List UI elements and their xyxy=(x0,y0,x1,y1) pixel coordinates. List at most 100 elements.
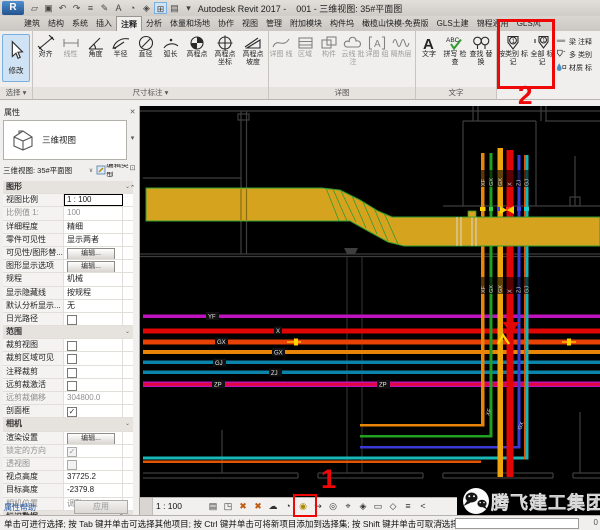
application-menu-button[interactable]: R xyxy=(2,1,24,15)
detail-level-icon[interactable]: ◳ xyxy=(221,500,235,513)
revision-cloud-button[interactable]: 云线 批注 xyxy=(341,31,365,66)
ribbon-tab-8[interactable]: 协作 xyxy=(214,16,238,31)
undo-icon[interactable]: ↶ xyxy=(56,2,69,14)
property-value-discipline[interactable]: 机械 xyxy=(64,273,123,285)
text-panel-label[interactable]: 文字 xyxy=(416,87,496,99)
dim-spot-button[interactable]: 高程点 xyxy=(183,31,211,59)
detail-group-button[interactable]: A详图 组 xyxy=(365,31,389,59)
property-value-eye-elevation[interactable]: 37725.2 xyxy=(64,471,123,483)
qat-dropdown-icon[interactable]: ▾ xyxy=(182,2,195,14)
crop-view-checkbox[interactable] xyxy=(67,341,77,351)
selection-filter-icon[interactable]: ▽ xyxy=(437,518,443,527)
properties-help-link[interactable]: 属性帮助 xyxy=(4,502,36,513)
section-icon[interactable]: ◈ xyxy=(140,2,153,14)
close-icon[interactable]: ✕ xyxy=(130,108,136,120)
dim-spotcoord-button[interactable]: 高程点 坐标 xyxy=(211,31,239,66)
property-value-target-elevation[interactable]: -2379.8 xyxy=(64,484,123,496)
section-graphics[interactable]: 图形⌄ xyxy=(3,181,133,194)
modify-button[interactable]: 修改 xyxy=(2,34,30,82)
riser-6[interactable] xyxy=(525,155,528,460)
unlock-view-icon[interactable]: ◈ xyxy=(356,500,370,513)
status-input[interactable] xyxy=(455,518,579,529)
property-value-parts-visibility[interactable]: 显示两者 xyxy=(64,234,123,246)
insulation-button[interactable]: 隔热层 xyxy=(389,31,413,59)
type-selector[interactable]: 三维视图 xyxy=(3,120,127,160)
dim-radius-button[interactable]: 半径 xyxy=(108,31,133,59)
ribbon-tab-3[interactable]: 系统 xyxy=(68,16,92,31)
rendering-settings-edit-button[interactable]: 编辑... xyxy=(67,433,115,444)
property-value-graphic-display-options[interactable]: 编辑... xyxy=(64,260,123,272)
multi-category-tag-button[interactable]: 多 类别 xyxy=(555,48,592,61)
dimension-panel-label[interactable]: 尺寸标注 ▾ xyxy=(33,87,268,99)
spell-check-button[interactable]: ABC拼写 检查 xyxy=(442,31,468,66)
chevron-up-icon[interactable]: ⌃ xyxy=(130,184,136,196)
beam-annotation-button[interactable]: 梁 注释 xyxy=(555,35,592,48)
pipe-gx1[interactable] xyxy=(143,340,600,345)
ribbon-tab-10[interactable]: 管理 xyxy=(262,16,286,31)
thin-lines-toggle-icon[interactable]: ⊞ xyxy=(154,2,167,14)
scale-icon[interactable]: ▤ xyxy=(206,500,220,513)
constraints-icon[interactable]: ≡ xyxy=(401,500,415,513)
property-value-show-hidden-lines[interactable]: 按规程 xyxy=(64,287,123,299)
riser-2[interactable] xyxy=(490,153,493,438)
riser-3[interactable] xyxy=(498,148,504,477)
ribbon-tab-5[interactable]: 注释 xyxy=(116,16,142,31)
ribbon-tab-11[interactable]: 附加模块 xyxy=(286,16,326,31)
graphic-display-options-edit-button[interactable]: 编辑... xyxy=(67,261,115,272)
find-replace-button[interactable]: 查找 替换 xyxy=(468,31,494,66)
riser-5[interactable] xyxy=(518,155,521,449)
detail-panel-label[interactable]: 详图 xyxy=(269,87,415,99)
save-icon[interactable]: ▣ xyxy=(42,2,55,14)
redo-icon[interactable]: ↷ xyxy=(70,2,83,14)
ribbon-tab-4[interactable]: 插入 xyxy=(92,16,116,31)
crop-region-visible-checkbox[interactable] xyxy=(67,354,77,364)
property-value-rendering-settings[interactable]: 编辑... xyxy=(64,432,123,444)
detail-line-button[interactable]: 详图 线 xyxy=(269,31,293,59)
ribbon-tab-2[interactable]: 结构 xyxy=(44,16,68,31)
visibility-graphics-overrides-edit-button[interactable]: 编辑... xyxy=(67,248,115,259)
drawing-canvas[interactable]: YF X GX GX GJ ZJ ZP ZP XF GX GX X ZJ GJ … xyxy=(140,106,600,515)
property-value-section-box[interactable]: ✓ xyxy=(64,405,123,417)
far-clip-active-checkbox[interactable] xyxy=(67,381,77,391)
scroll-corner[interactable] xyxy=(140,498,153,515)
expand-icon[interactable]: < xyxy=(416,500,430,513)
property-value-far-clip-active[interactable] xyxy=(64,379,123,391)
instance-selector[interactable]: 三维视图: 35#平面图 xyxy=(3,165,87,176)
pipe-x[interactable] xyxy=(143,329,600,334)
sheet-icon[interactable]: ▤ xyxy=(168,2,181,14)
chevron-down-icon[interactable]: ▾ xyxy=(131,134,135,146)
3d-view-icon[interactable]: ◔ xyxy=(126,2,139,14)
section-extents[interactable]: 范围⌄ xyxy=(3,326,133,339)
pipe-gx2[interactable] xyxy=(143,350,600,354)
dim-arclen-button[interactable]: 弧长 xyxy=(158,31,183,59)
component-button[interactable]: 构件 xyxy=(317,31,341,59)
apply-button[interactable]: 应用 xyxy=(74,500,128,514)
shadows-icon[interactable]: ☁ xyxy=(266,500,280,513)
pipe-gj[interactable] xyxy=(143,361,600,365)
edit-type-mini-icon[interactable]: ⊡ xyxy=(130,164,136,176)
view-scale-control[interactable]: 1 : 100 xyxy=(156,501,182,511)
sun-path-checkbox[interactable] xyxy=(67,315,77,325)
pipe-zj[interactable] xyxy=(143,371,600,375)
ribbon-tab-12[interactable]: 构件坞 xyxy=(326,16,358,31)
region-button[interactable]: 区域 xyxy=(293,31,317,59)
ribbon-tab-6[interactable]: 分析 xyxy=(142,16,166,31)
property-value-crop-region-visible[interactable] xyxy=(64,352,123,364)
property-value-crop-view[interactable] xyxy=(64,339,123,351)
property-value-default-analysis-display[interactable]: 无 xyxy=(64,300,123,312)
ribbon-tab-14[interactable]: GLS土建 xyxy=(433,16,473,31)
property-value-detail-level[interactable]: 精细 xyxy=(64,221,123,233)
section-box-checkbox[interactable]: ✓ xyxy=(67,407,77,417)
ribbon-tab-13[interactable]: 橄榄山快模-免费版 xyxy=(358,16,433,31)
text-button[interactable]: A文字 xyxy=(416,31,442,59)
ribbon-tab-7[interactable]: 体量和场地 xyxy=(166,16,214,31)
show-crop-region-icon[interactable]: ⌖ xyxy=(341,500,355,513)
open-icon[interactable]: ▱ xyxy=(28,2,41,14)
selector-chevron-icon[interactable]: ∨ xyxy=(89,167,93,174)
riser-4[interactable] xyxy=(507,150,514,477)
dim-linear-button[interactable]: 线性 xyxy=(58,31,83,59)
dim-spotslope-button[interactable]: 高程点 坡度 xyxy=(239,31,267,66)
dim-aligned-button[interactable]: 对齐 xyxy=(33,31,58,59)
section-camera[interactable]: 相机⌄ xyxy=(3,418,133,431)
annotation-crop-checkbox[interactable] xyxy=(67,368,77,378)
